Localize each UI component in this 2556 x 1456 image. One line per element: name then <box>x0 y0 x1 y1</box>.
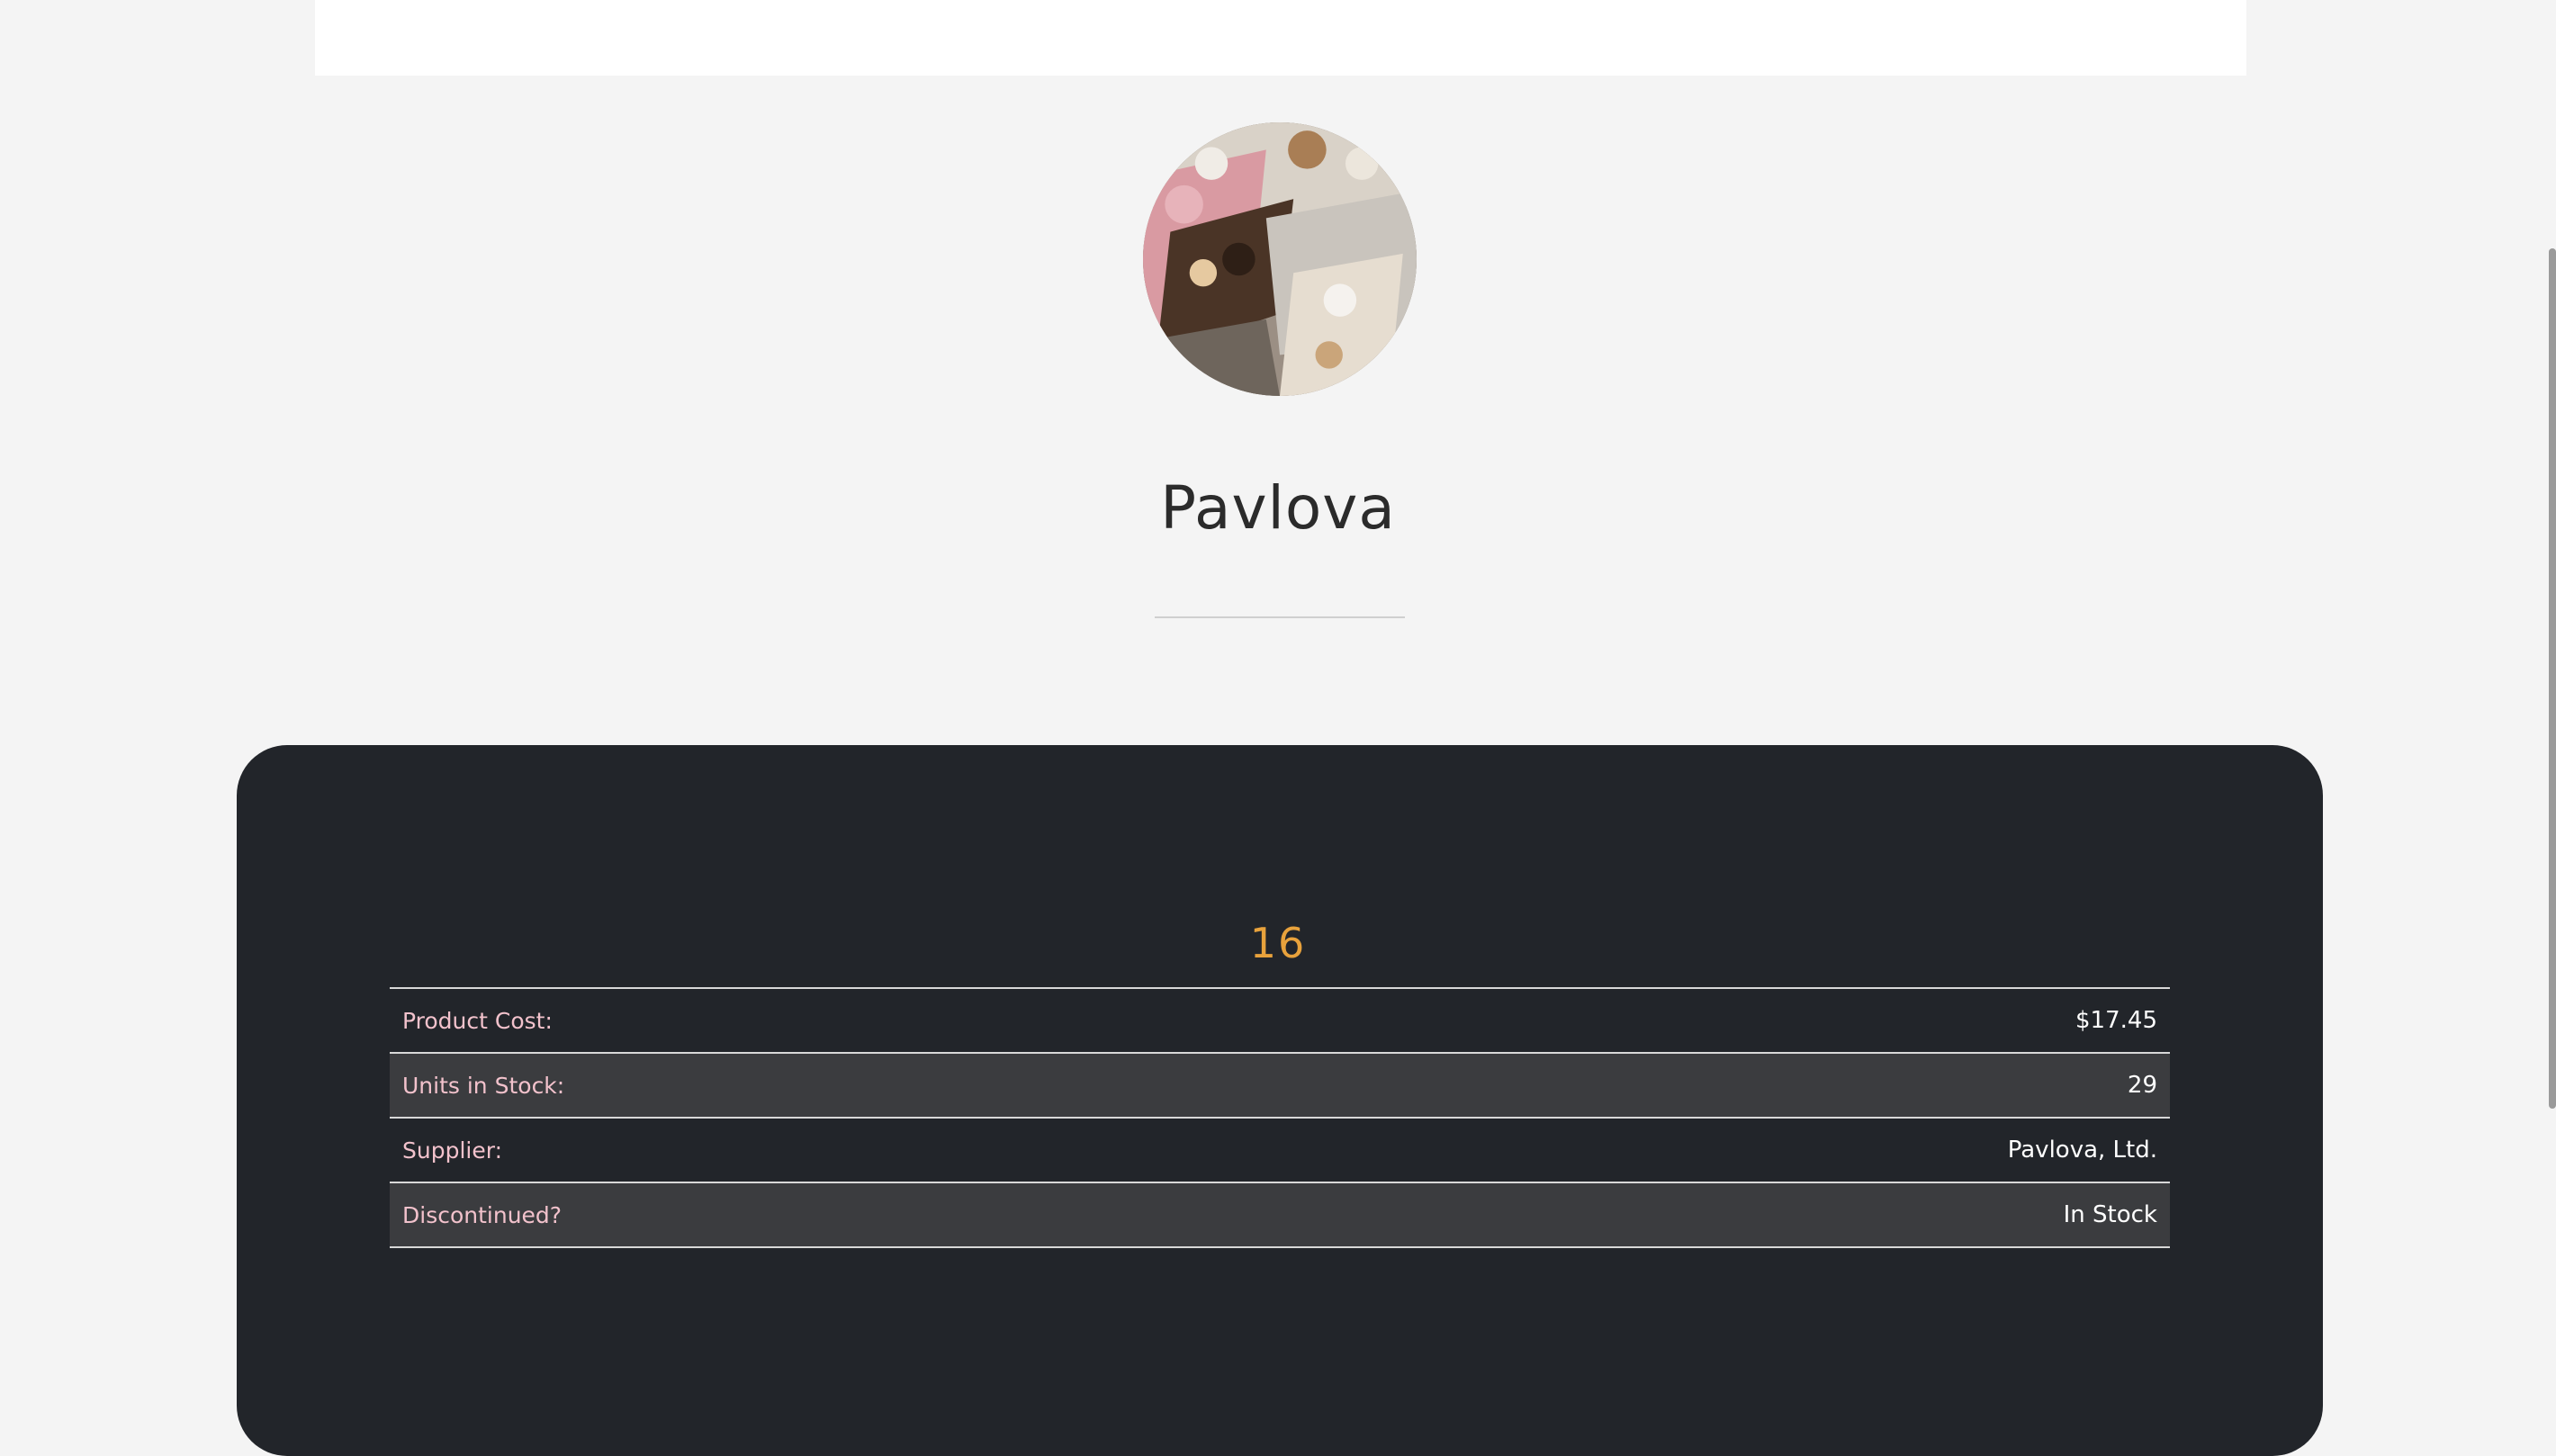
page-scrollbar[interactable] <box>2549 248 2556 1109</box>
top-header-bar <box>315 0 2246 76</box>
dessert-photo-icon <box>1143 122 1417 396</box>
detail-label: Product Cost: <box>402 1007 553 1034</box>
product-details-table: Product Cost: $17.45 Units in Stock: 29 … <box>390 987 2170 1248</box>
detail-value: 29 <box>2127 1072 2157 1099</box>
detail-label: Units in Stock: <box>402 1072 565 1099</box>
detail-row-stock: Units in Stock: 29 <box>390 1054 2170 1119</box>
detail-label: Supplier: <box>402 1137 502 1164</box>
detail-row-discontinued: Discontinued? In Stock <box>390 1183 2170 1248</box>
detail-row-supplier: Supplier: Pavlova, Ltd. <box>390 1119 2170 1183</box>
detail-value: $17.45 <box>2075 1007 2157 1034</box>
product-title: Pavlova <box>1160 473 1396 543</box>
detail-value: Pavlova, Ltd. <box>2007 1137 2157 1164</box>
title-divider <box>1155 616 1405 618</box>
detail-row-cost: Product Cost: $17.45 <box>390 989 2170 1054</box>
product-id: 16 <box>1249 919 1307 967</box>
detail-value: In Stock <box>2063 1201 2157 1228</box>
product-image <box>1143 122 1417 396</box>
detail-label: Discontinued? <box>402 1201 562 1228</box>
